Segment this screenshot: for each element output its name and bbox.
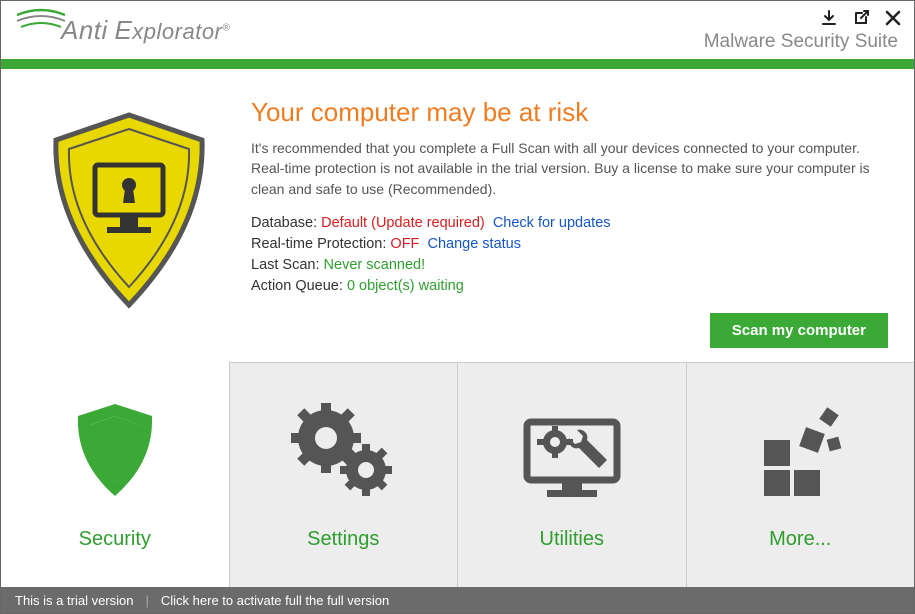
shield-icon [70, 400, 160, 500]
last-scan-status: Last Scan: Never scanned! [251, 257, 886, 273]
header: Anti Explorator® Malware Security Suite [1, 1, 914, 59]
check-updates-link[interactable]: Check for updates [493, 215, 611, 231]
footer: This is a trial version | Click here to … [1, 587, 914, 613]
download-icon[interactable] [818, 7, 840, 29]
risk-description: It's recommended that you complete a Ful… [251, 138, 886, 199]
close-icon[interactable] [882, 7, 904, 29]
activate-link[interactable]: Click here to activate full the full ver… [161, 593, 389, 608]
risk-title: Your computer may be at risk [251, 97, 886, 128]
tab-label: More... [769, 528, 831, 551]
external-link-icon[interactable] [850, 7, 872, 29]
realtime-protection-status: Real-time Protection: OFF Change status [251, 236, 886, 252]
main-panel: Your computer may be at risk It's recomm… [1, 69, 914, 362]
brand-part2: xplorator [132, 19, 222, 44]
monitor-tools-icon [517, 400, 627, 500]
tab-settings[interactable]: Settings [230, 363, 459, 587]
tab-label: Utilities [540, 528, 604, 551]
accent-bar [1, 59, 914, 69]
tab-bar: Security [1, 362, 914, 587]
brand-part1: Anti [61, 15, 108, 45]
tab-label: Settings [307, 528, 379, 551]
action-queue-status: Action Queue: 0 object(s) waiting [251, 278, 886, 294]
gears-icon [288, 400, 398, 500]
tab-more[interactable]: More... [687, 363, 915, 587]
tab-label: Security [79, 528, 151, 551]
scan-my-computer-button[interactable]: Scan my computer [710, 313, 888, 348]
tab-security[interactable]: Security [1, 363, 230, 587]
status-shield-icon [29, 97, 229, 352]
tab-utilities[interactable]: Utilities [458, 363, 687, 587]
suite-label: Malware Security Suite [704, 31, 898, 53]
database-status: Database: Default (Update required) Chec… [251, 215, 886, 231]
change-status-link[interactable]: Change status [427, 236, 521, 252]
apps-icon [750, 400, 850, 500]
trial-notice: This is a trial version [15, 593, 133, 608]
